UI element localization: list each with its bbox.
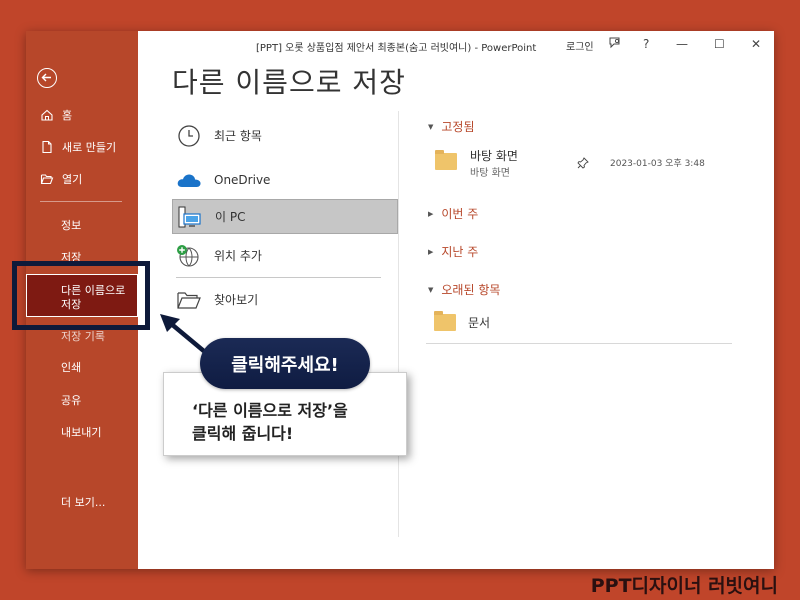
pinned-item-name[interactable]: 바탕 화면 — [470, 147, 518, 164]
click-here-badge: 클릭해주세요! — [200, 338, 370, 389]
globe-add-icon — [176, 244, 202, 268]
expanded-triangle-icon: ▼ — [428, 285, 434, 294]
browse-folder-icon — [176, 288, 202, 312]
section-label: 지난 주 — [441, 245, 479, 259]
open-folder-icon — [40, 172, 54, 186]
pinned-item-date: 2023-01-03 오후 3:48 — [610, 159, 705, 169]
location-onedrive[interactable]: OneDrive — [172, 162, 398, 197]
location-recent[interactable]: 최근 항목 — [172, 118, 398, 153]
login-button[interactable]: 로그인 — [566, 38, 594, 53]
pane-divider — [398, 111, 399, 537]
location-add-place[interactable]: 위치 추가 — [172, 238, 398, 273]
location-divider — [176, 277, 381, 278]
sidebar-item-open[interactable]: 열기 — [40, 171, 82, 187]
sidebar-item-label: 홈 — [62, 109, 73, 122]
pinned-item-path: 바탕 화면 — [470, 168, 510, 179]
section-last-week[interactable]: ▶ 지난 주 — [428, 243, 478, 260]
maximize-button[interactable]: ☐ — [714, 37, 725, 51]
section-label: 이번 주 — [441, 207, 479, 221]
sidebar-item-print[interactable]: 인쇄 — [61, 359, 81, 375]
section-label: 오래된 항목 — [441, 283, 501, 297]
sidebar-item-history[interactable]: 저장 기록 — [61, 328, 105, 344]
callout-line-2: 클릭해 줍니다! — [192, 424, 294, 443]
section-divider — [426, 343, 732, 344]
window-title: [PPT] 오롯 상품입점 제안서 최종본(숨고 러빗여니) - PowerPo… — [256, 43, 537, 54]
brand-watermark: PPT디자이너 러빗여니 — [590, 575, 778, 597]
collapsed-triangle-icon: ▶ — [428, 209, 434, 218]
back-arrow-icon[interactable] — [37, 68, 57, 88]
sidebar-item-new[interactable]: 새로 만들기 — [40, 139, 116, 155]
clock-icon — [176, 124, 202, 148]
location-label: 이 PC — [215, 210, 246, 224]
section-label: 고정됨 — [441, 120, 475, 134]
sidebar-item-home[interactable]: 홈 — [40, 107, 72, 123]
collapsed-triangle-icon: ▶ — [428, 247, 434, 256]
computer-icon — [177, 205, 203, 229]
highlight-box — [12, 261, 150, 330]
sidebar-item-info[interactable]: 정보 — [61, 217, 81, 233]
location-label: 찾아보기 — [214, 293, 259, 307]
new-document-icon — [40, 140, 54, 154]
section-this-week[interactable]: ▶ 이번 주 — [428, 205, 478, 222]
close-button[interactable]: ✕ — [751, 37, 761, 51]
sidebar-item-share[interactable]: 공유 — [61, 392, 81, 408]
section-older[interactable]: ▼ 오래된 항목 — [428, 281, 500, 298]
minimize-button[interactable]: — — [676, 37, 688, 51]
help-button[interactable]: ? — [643, 37, 649, 51]
page-title: 다른 이름으로 저장 — [172, 66, 406, 99]
sidebar-divider — [40, 201, 122, 202]
folder-icon — [434, 311, 456, 331]
location-label: 최근 항목 — [214, 129, 262, 143]
location-label: 위치 추가 — [214, 249, 262, 263]
folder-icon — [435, 150, 457, 170]
sidebar-item-label: 새로 만들기 — [62, 141, 117, 154]
sidebar-item-export[interactable]: 내보내기 — [61, 424, 101, 440]
expanded-triangle-icon: ▼ — [428, 122, 434, 131]
older-item-name[interactable]: 문서 — [468, 314, 490, 331]
location-label: OneDrive — [214, 172, 271, 187]
cloud-icon — [176, 168, 202, 192]
sidebar-item-label: 열기 — [62, 173, 83, 186]
section-pinned[interactable]: ▼ 고정됨 — [428, 118, 475, 135]
home-icon — [40, 108, 54, 122]
sidebar-item-more[interactable]: 더 보기... — [61, 494, 105, 510]
callout-line-1: ‘다른 이름으로 저장’을 — [192, 401, 348, 420]
feedback-icon[interactable] — [608, 36, 622, 53]
location-this-pc[interactable]: 이 PC — [172, 199, 398, 234]
pin-icon[interactable] — [577, 154, 589, 173]
